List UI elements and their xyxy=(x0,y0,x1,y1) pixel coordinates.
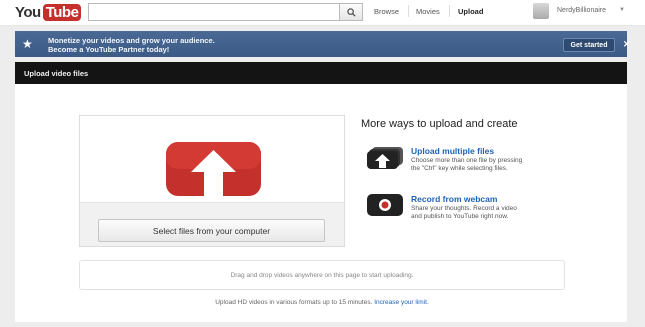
upload-header: Upload video files xyxy=(15,62,627,84)
partner-banner: ★ Monetize your videos and grow your aud… xyxy=(15,31,631,57)
search-icon xyxy=(346,7,356,17)
close-icon[interactable]: ✕ xyxy=(623,39,631,50)
nav-browse[interactable]: Browse xyxy=(374,7,399,16)
upload-content: Select files from your computer More way… xyxy=(15,84,627,322)
nav-movies[interactable]: Movies xyxy=(416,7,440,16)
username[interactable]: NerdyBillionaire xyxy=(557,7,606,14)
banner-line-1: Monetize your videos and grow your audie… xyxy=(48,36,215,45)
upload-arrow-icon[interactable] xyxy=(166,142,261,196)
chevron-down-icon[interactable]: ▼ xyxy=(619,7,625,13)
nav-divider xyxy=(449,5,450,17)
logo-you-text: You xyxy=(15,3,41,21)
youtube-logo[interactable]: You Tube xyxy=(15,2,82,22)
logo-tube-text: Tube xyxy=(42,3,82,21)
upload-multiple-files-link[interactable]: Upload multiple files xyxy=(411,146,494,156)
record-from-webcam-link[interactable]: Record from webcam xyxy=(411,194,497,204)
more-ways-title: More ways to upload and create xyxy=(361,118,518,130)
option-desc-line: the "Ctrl" key while selecting files. xyxy=(411,165,508,172)
star-icon: ★ xyxy=(22,37,33,51)
upload-multiple-icon[interactable] xyxy=(367,147,403,169)
search-input[interactable] xyxy=(88,3,340,21)
option-desc-line: Choose more than one file by pressing xyxy=(411,157,523,164)
record-from-webcam-desc: Share your thoughts. Record a video and … xyxy=(411,205,561,221)
page-title: Upload video files xyxy=(24,69,89,78)
banner-line-2: Become a YouTube Partner today! xyxy=(48,45,170,54)
nav-divider xyxy=(408,5,409,17)
avatar[interactable] xyxy=(533,3,549,19)
option-desc-line: Share your thoughts. Record a video xyxy=(411,205,517,212)
drag-drop-text: Drag and drop videos anywhere on this pa… xyxy=(230,271,414,279)
select-files-button[interactable]: Select files from your computer xyxy=(98,219,325,242)
hd-info-text: Upload HD videos in various formats up t… xyxy=(215,299,373,306)
nav-upload[interactable]: Upload xyxy=(458,7,483,16)
search-button[interactable] xyxy=(339,3,363,21)
upload-box[interactable]: Select files from your computer xyxy=(79,115,345,247)
get-started-button[interactable]: Get started xyxy=(563,38,615,52)
option-desc-line: and publish to YouTube right now. xyxy=(411,213,509,220)
upload-multiple-files-desc: Choose more than one file by pressing th… xyxy=(411,157,561,173)
webcam-icon[interactable] xyxy=(367,194,403,216)
top-bar: You Tube Browse Movies Upload NerdyBilli… xyxy=(0,0,645,26)
drag-drop-zone[interactable]: Drag and drop videos anywhere on this pa… xyxy=(79,260,565,290)
banner-text: Monetize your videos and grow your audie… xyxy=(48,36,215,54)
hd-info: Upload HD videos in various formats up t… xyxy=(79,299,565,306)
increase-limit-link[interactable]: Increase your limit. xyxy=(374,299,429,306)
